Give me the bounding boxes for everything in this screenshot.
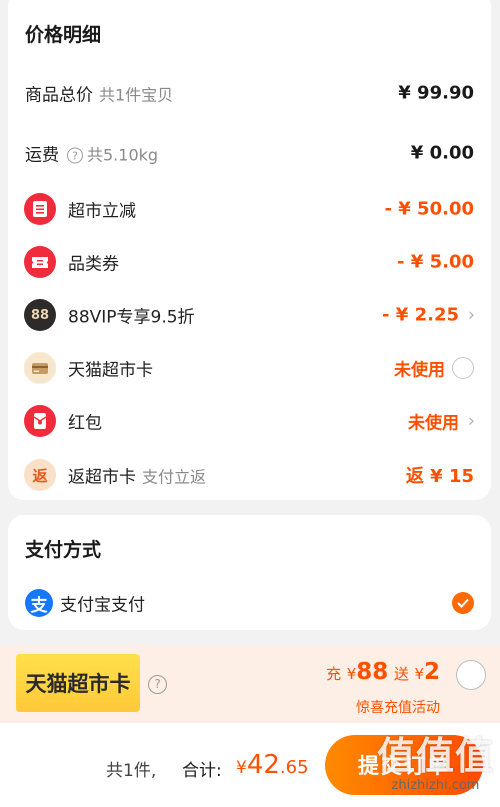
- price-detail-card: 价格明细 商品总价 共1件宝贝 ¥ 99.90 运费? 共5.10kg ¥ 0.00…: [8, 0, 491, 500]
- goods-total-label: 商品总价: [25, 85, 93, 106]
- red-packet-label: 红包: [68, 413, 102, 434]
- row-shipping: 运费? 共5.10kg ¥ 0.00: [8, 135, 491, 171]
- tmall-card-value: 未使用: [394, 360, 445, 381]
- row-category-coupon: 品类券 - ¥ 5.00: [8, 244, 491, 280]
- category-coupon-value: - ¥ 5.00: [397, 251, 474, 273]
- row-cashback-card: 返 返超市卡 支付立返 返 ¥ 15: [8, 457, 491, 493]
- item-count: 共1件,: [106, 761, 157, 781]
- row-supermarket-discount: 超市立减 - ¥ 50.00: [8, 191, 491, 227]
- jian-icon: [24, 193, 56, 225]
- alipay-icon: 支: [25, 589, 53, 617]
- help-icon[interactable]: ?: [67, 147, 83, 164]
- tmall-card-badge: 天猫超市卡: [16, 654, 140, 712]
- cashback-value: 返 ¥ 15: [405, 466, 474, 487]
- chevron-right-icon: ›: [467, 304, 475, 326]
- recharge-radio[interactable]: [456, 660, 486, 690]
- row-goods-total: 商品总价 共1件宝贝 ¥ 99.90: [8, 75, 491, 111]
- price-detail-title: 价格明细: [25, 24, 102, 46]
- tmall-card-label: 天猫超市卡: [68, 360, 153, 381]
- card-icon: [24, 352, 56, 384]
- check-icon[interactable]: [452, 592, 474, 614]
- shipping-label: 运费: [25, 145, 59, 166]
- red-packet-icon: [24, 405, 56, 437]
- fan-icon: 返: [24, 459, 56, 491]
- 88vip-label: 88VIP专享9.5折: [68, 307, 195, 328]
- 88vip-value: - ¥ 2.25: [382, 304, 459, 326]
- goods-total-value: ¥ 99.90: [398, 82, 474, 104]
- supermarket-discount-value: - ¥ 50.00: [384, 198, 474, 220]
- payment-card: 支付方式 支 支付宝支付: [8, 515, 491, 630]
- row-88vip[interactable]: 88 88VIP专享9.5折 - ¥ 2.25 ›: [8, 297, 491, 333]
- shipping-weight: 共5.10kg: [87, 145, 159, 165]
- gift-amount: 2: [423, 659, 440, 685]
- tmall-card-radio[interactable]: [452, 357, 474, 379]
- supermarket-discount-label: 超市立减: [68, 201, 136, 222]
- total-price: ¥42.65: [236, 750, 309, 780]
- row-alipay[interactable]: 支 支付宝支付: [8, 585, 491, 621]
- shipping-value: ¥ 0.00: [410, 142, 474, 164]
- 88vip-icon: 88: [24, 299, 56, 331]
- alipay-label: 支付宝支付: [60, 595, 145, 616]
- row-tmall-card[interactable]: 天猫超市卡 未使用: [8, 350, 491, 386]
- goods-count: 共1件宝贝: [99, 85, 174, 105]
- cashback-sub: 支付立返: [142, 467, 207, 487]
- total-label: 合计:: [182, 761, 222, 781]
- promo-subtitle: 惊喜充值活动: [356, 700, 440, 716]
- recharge-promo: 天猫超市卡 ? 充 ¥88 送 ¥2 惊喜充值活动: [0, 645, 500, 723]
- category-coupon-label: 品类券: [68, 254, 119, 275]
- payment-title: 支付方式: [25, 539, 102, 561]
- watermark: 值值值 zhizhizhi.com: [376, 734, 494, 793]
- help-icon[interactable]: ?: [148, 675, 167, 694]
- row-red-packet[interactable]: 红包 未使用 ›: [8, 403, 491, 439]
- chevron-right-icon: ›: [467, 410, 475, 432]
- red-packet-value: 未使用: [408, 413, 459, 434]
- cashback-label: 返超市卡: [68, 467, 136, 488]
- ticket-icon: [24, 246, 56, 278]
- charge-amount: 88: [356, 659, 389, 685]
- recharge-offer: 充 ¥88 送 ¥2: [326, 659, 440, 685]
